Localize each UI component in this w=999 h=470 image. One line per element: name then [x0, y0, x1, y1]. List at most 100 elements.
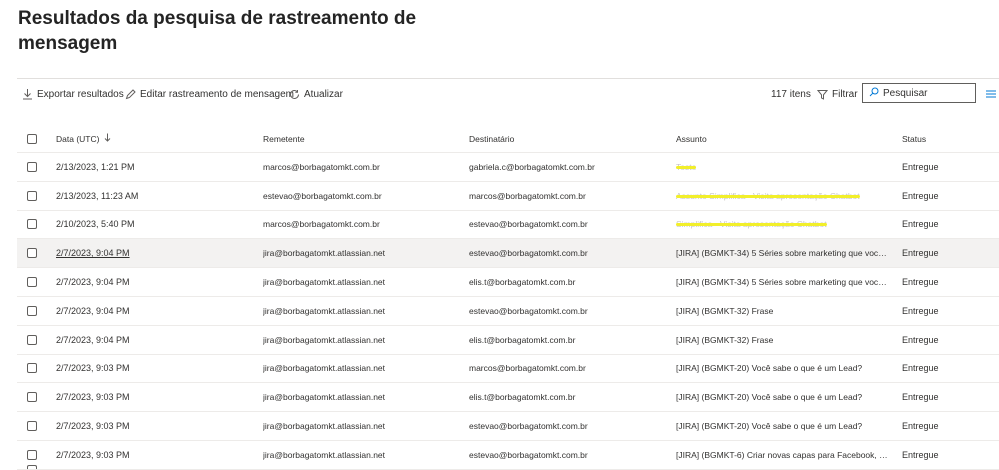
row-status: Entregue [902, 421, 939, 432]
row-status: Entregue [902, 161, 939, 172]
filter-button[interactable]: Filtrar [817, 84, 858, 104]
edit-icon [125, 88, 136, 100]
row-subject: [JIRA] (BGMKT-20) Você sabe o que é um L… [676, 363, 863, 374]
refresh-label: Atualizar [304, 88, 343, 100]
table-header: Data (UTC) Remetente Destinatário Assunt… [17, 125, 999, 153]
table-row[interactable]: 2/7/2023, 9:04 PM jira@borbagatomkt.atlas… [17, 326, 999, 355]
row-sender: jira@borbagatomkt.atlassian.net [263, 248, 386, 259]
column-header-subject[interactable]: Assunto [676, 125, 891, 152]
export-results-label: Exportar resultados [37, 88, 124, 100]
row-recipient: marcos@borbagatomkt.com.br [469, 190, 586, 201]
row-status: Entregue [902, 334, 939, 345]
command-bar: Exportar resultados Editar rastreamento … [0, 83, 999, 104]
partial-next-row [17, 457, 999, 469]
row-subject: [JIRA] (BGMKT-32) Frase [676, 334, 774, 345]
refresh-button[interactable]: Atualizar [289, 84, 343, 104]
edit-message-trace-label: Editar rastreamento de mensagem [140, 88, 294, 100]
row-recipient: elis.t@borbagatomkt.com.br [469, 392, 576, 403]
row-recipient: estevao@borbagatomkt.com.br [469, 421, 588, 432]
search-icon [869, 87, 879, 100]
select-all-checkbox[interactable] [27, 133, 37, 144]
row-checkbox[interactable] [27, 421, 37, 432]
row-date: 2/7/2023, 9:04 PM [56, 305, 130, 316]
filter-label: Filtrar [832, 88, 858, 100]
row-checkbox[interactable] [27, 190, 37, 201]
row-sender: jira@borbagatomkt.atlassian.net [263, 334, 386, 345]
redacted-subject: Teste [676, 162, 697, 172]
row-date: 2/7/2023, 9:04 PM [56, 277, 130, 288]
redaction-highlight [676, 165, 697, 169]
table-row[interactable]: 2/7/2023, 9:03 PM jira@borbagatomkt.atlas… [17, 355, 999, 384]
filter-icon [817, 89, 828, 100]
search-box[interactable] [862, 83, 976, 103]
row-checkbox[interactable] [27, 392, 37, 403]
row-checkbox[interactable] [27, 219, 37, 230]
row-subject: [JIRA] (BGMKT-32) Frase [676, 305, 774, 316]
row-sender: jira@borbagatomkt.atlassian.net [263, 421, 386, 432]
row-recipient: elis.t@borbagatomkt.com.br [469, 277, 576, 288]
sort-down-icon [104, 133, 111, 144]
column-header-date[interactable]: Data (UTC) [56, 125, 236, 152]
row-status: Entregue [902, 305, 939, 316]
row-status: Entregue [902, 363, 939, 374]
row-recipient: elis.t@borbagatomkt.com.br [469, 334, 576, 345]
row-checkbox[interactable] [27, 305, 37, 316]
row-date: 2/7/2023, 9:03 PM [56, 363, 130, 374]
row-subject: [JIRA] (BGMKT-34) 5 Séries sobre marketi… [676, 248, 888, 259]
table-row[interactable]: 2/13/2023, 11:23 AM estevao@borbagatomkt.… [17, 182, 999, 211]
table-row[interactable]: 2/7/2023, 9:03 PM jira@borbagatomkt.atlas… [17, 383, 999, 413]
redacted-subject: Simplifica - Visita apresentação Chatbot [676, 219, 827, 229]
row-status: Entregue [902, 190, 939, 201]
row-checkbox[interactable] [27, 248, 37, 259]
row-date: 2/7/2023, 9:03 PM [56, 392, 130, 403]
row-status: Entregue [902, 248, 939, 259]
row-checkbox[interactable] [27, 161, 37, 172]
edit-message-trace-button[interactable]: Editar rastreamento de mensagem [125, 84, 294, 104]
row-checkbox[interactable] [27, 465, 37, 469]
row-sender: jira@borbagatomkt.atlassian.net [263, 277, 386, 288]
search-input[interactable] [883, 87, 971, 99]
row-sender: jira@borbagatomkt.atlassian.net [263, 363, 386, 374]
row-sender: marcos@borbagatomkt.com.br [263, 161, 380, 172]
column-options-icon [985, 89, 997, 99]
row-date: 2/7/2023, 9:03 PM [56, 421, 130, 432]
row-date: 2/7/2023, 9:04 PM [56, 334, 130, 345]
column-header-status[interactable]: Status [902, 125, 992, 152]
row-checkbox[interactable] [27, 277, 37, 288]
table-row[interactable]: 2/7/2023, 9:04 PM jira@borbagatomkt.atlas… [17, 268, 999, 297]
download-icon [22, 88, 33, 100]
row-sender: marcos@borbagatomkt.com.br [263, 219, 380, 230]
row-date: 2/10/2023, 5:40 PM [56, 219, 135, 230]
row-recipient: marcos@borbagatomkt.com.br [469, 363, 586, 374]
row-subject: [JIRA] (BGMKT-20) Você sabe o que é um L… [676, 421, 863, 432]
column-header-sender[interactable]: Remetente [263, 125, 453, 152]
row-recipient: estevao@borbagatomkt.com.br [469, 219, 588, 230]
redaction-highlight [676, 194, 860, 198]
export-results-button[interactable]: Exportar resultados [22, 84, 124, 104]
item-count: 117 itens [771, 88, 811, 100]
row-recipient: gabriela.c@borbagatomkt.com.br [469, 161, 595, 172]
row-subject: [JIRA] (BGMKT-20) Você sabe o que é um L… [676, 392, 863, 403]
redacted-subject: Assunto Simplifica - Visita apresentação… [676, 191, 860, 201]
column-header-recipient[interactable]: Destinatário [469, 125, 659, 152]
column-options-button[interactable] [985, 84, 997, 104]
table-row[interactable]: 2/13/2023, 1:21 PM marcos@borbagatomkt.co… [17, 153, 999, 182]
table-row[interactable]: 2/7/2023, 9:03 PM jira@borbagatomkt.atlas… [17, 412, 999, 441]
row-sender: jira@borbagatomkt.atlassian.net [263, 305, 386, 316]
table-row[interactable]: 2/10/2023, 5:40 PM marcos@borbagatomkt.co… [17, 211, 999, 240]
row-recipient: estevao@borbagatomkt.com.br [469, 248, 588, 259]
row-status: Entregue [902, 392, 939, 403]
title-divider [17, 78, 999, 79]
table-row[interactable]: 2/7/2023, 9:04 PM jira@borbagatomkt.atlas… [17, 239, 999, 269]
refresh-icon [289, 89, 300, 100]
column-header-date-label: Data (UTC) [56, 133, 100, 144]
row-sender: estevao@borbagatomkt.com.br [263, 190, 382, 201]
row-checkbox[interactable] [27, 334, 37, 345]
table-row[interactable]: 2/7/2023, 9:04 PM jira@borbagatomkt.atlas… [17, 297, 999, 326]
row-status: Entregue [902, 277, 939, 288]
row-checkbox[interactable] [27, 363, 37, 374]
row-date: 2/13/2023, 11:23 AM [56, 190, 139, 201]
row-sender: jira@borbagatomkt.atlassian.net [263, 392, 386, 403]
row-date[interactable]: 2/7/2023, 9:04 PM [56, 248, 130, 258]
row-date: 2/13/2023, 1:21 PM [56, 161, 135, 172]
